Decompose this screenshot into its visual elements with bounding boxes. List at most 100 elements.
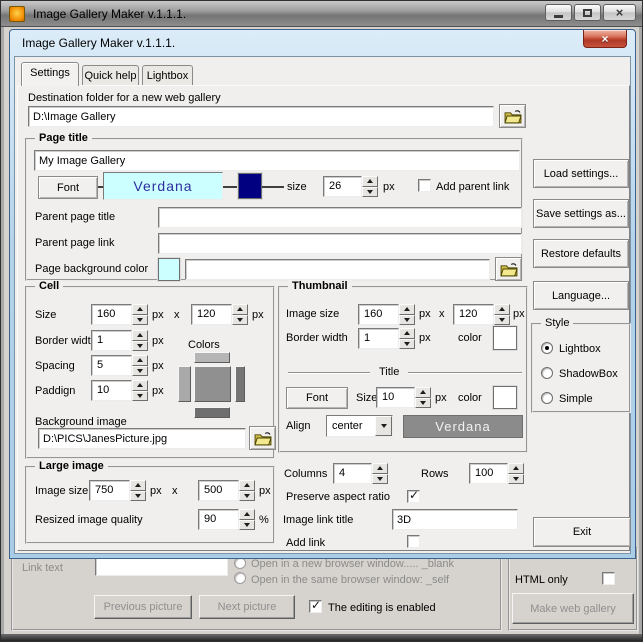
large-height-spinner[interactable]: 500: [198, 480, 255, 501]
cell-color-left-button[interactable]: [178, 366, 191, 402]
spinner-value[interactable]: 160: [358, 304, 399, 325]
destination-browse-button[interactable]: [499, 104, 526, 128]
spinner-value[interactable]: 500: [198, 480, 239, 501]
page-title-input[interactable]: [34, 150, 520, 171]
cell-width-spinner[interactable]: 160: [91, 304, 148, 325]
restore-defaults-button[interactable]: Restore defaults: [533, 239, 629, 268]
preserve-aspect-checkbox[interactable]: ✓: [407, 488, 420, 503]
page-font-size-spinner[interactable]: 26: [323, 176, 378, 197]
page-font-button[interactable]: Font: [38, 176, 98, 199]
columns-spinner[interactable]: 4: [333, 463, 388, 484]
tab-settings[interactable]: Settings: [21, 62, 79, 86]
spinner-value[interactable]: 10: [91, 380, 132, 401]
page-background-browse-button[interactable]: [495, 257, 522, 281]
spinner-up-button[interactable]: [132, 355, 148, 366]
spinner-value[interactable]: 90: [198, 509, 239, 530]
cell-height-spinner[interactable]: 120: [191, 304, 248, 325]
add-link-checkbox[interactable]: [407, 535, 420, 548]
radio-open-self[interactable]: [234, 572, 246, 584]
spinner-down-button[interactable]: [508, 473, 524, 484]
parent-page-title-input[interactable]: [158, 207, 522, 228]
cell-color-bottom-button[interactable]: [194, 407, 230, 418]
destination-folder-input[interactable]: [28, 106, 494, 127]
radio-style-shadowbox[interactable]: [541, 367, 553, 379]
thumb-font-size-spinner[interactable]: 10: [376, 387, 431, 408]
radio-style-simple[interactable]: [541, 392, 553, 404]
editing-enabled-checkbox[interactable]: ✓: [309, 598, 322, 613]
spinner-up-button[interactable]: [415, 387, 431, 398]
spinner-down-button[interactable]: [132, 365, 148, 376]
page-font-color-swatch[interactable]: [238, 173, 262, 199]
parent-page-link-input[interactable]: [158, 233, 522, 254]
page-background-color-swatch[interactable]: [158, 258, 180, 281]
image-link-title-input[interactable]: [392, 509, 518, 530]
spinner-up-button[interactable]: [232, 304, 248, 315]
cell-background-image-input[interactable]: [38, 428, 246, 449]
large-width-spinner[interactable]: 750: [89, 480, 146, 501]
previous-picture-button[interactable]: Previous picture: [94, 595, 192, 619]
add-parent-link-checkbox[interactable]: [418, 179, 431, 192]
spinner-up-button[interactable]: [508, 463, 524, 474]
load-settings-button[interactable]: Load settings...: [533, 159, 629, 188]
link-text-input[interactable]: [95, 557, 228, 576]
spinner-up-button[interactable]: [494, 304, 510, 315]
spinner-down-button[interactable]: [362, 186, 378, 197]
spinner-up-button[interactable]: [372, 463, 388, 474]
spinner-up-button[interactable]: [132, 304, 148, 315]
spinner-value[interactable]: 120: [191, 304, 232, 325]
spinner-up-button[interactable]: [239, 480, 255, 491]
spinner-down-button[interactable]: [132, 314, 148, 325]
thumb-width-spinner[interactable]: 160: [358, 304, 415, 325]
thumb-font-button[interactable]: Font: [286, 387, 348, 409]
cell-border-spinner[interactable]: 1: [91, 330, 148, 351]
cell-background-browse-button[interactable]: [249, 426, 276, 450]
spinner-down-button[interactable]: [415, 397, 431, 408]
close-button[interactable]: ×: [603, 4, 636, 21]
cell-color-center-button[interactable]: [194, 366, 231, 402]
dropdown-arrow-button[interactable]: [375, 416, 392, 436]
next-picture-button[interactable]: Next picture: [199, 595, 295, 619]
spinner-up-button[interactable]: [362, 176, 378, 187]
tab-quick-help[interactable]: Quick help: [82, 65, 139, 86]
spinner-value[interactable]: 26: [323, 176, 362, 197]
radio-style-lightbox[interactable]: [541, 342, 553, 354]
maximize-button[interactable]: [574, 4, 601, 21]
thumb-border-color-swatch[interactable]: [493, 326, 517, 350]
spinner-down-button[interactable]: [494, 314, 510, 325]
dialog-close-button[interactable]: ×: [583, 30, 627, 48]
spinner-value[interactable]: 1: [91, 330, 132, 351]
spinner-down-button[interactable]: [239, 519, 255, 530]
language-button[interactable]: Language...: [533, 281, 629, 310]
spinner-up-button[interactable]: [399, 304, 415, 315]
spinner-down-button[interactable]: [132, 390, 148, 401]
spinner-value[interactable]: 10: [376, 387, 415, 408]
spinner-down-button[interactable]: [232, 314, 248, 325]
spinner-down-button[interactable]: [132, 340, 148, 351]
cell-color-right-button[interactable]: [235, 366, 245, 402]
spinner-down-button[interactable]: [239, 490, 255, 501]
tab-lightbox[interactable]: Lightbox: [142, 65, 193, 86]
spinner-down-button[interactable]: [372, 473, 388, 484]
spinner-value[interactable]: 750: [89, 480, 130, 501]
spinner-up-button[interactable]: [130, 480, 146, 491]
spinner-down-button[interactable]: [399, 338, 415, 349]
spinner-value[interactable]: 160: [91, 304, 132, 325]
spinner-down-button[interactable]: [130, 490, 146, 501]
spinner-value[interactable]: 100: [469, 463, 508, 484]
spinner-down-button[interactable]: [399, 314, 415, 325]
cell-color-top-button[interactable]: [194, 352, 230, 363]
save-settings-button[interactable]: Save settings as...: [533, 199, 629, 228]
thumb-border-spinner[interactable]: 1: [358, 328, 415, 349]
thumb-title-color-swatch[interactable]: [493, 386, 517, 409]
minimize-button[interactable]: [545, 4, 572, 21]
spinner-up-button[interactable]: [399, 328, 415, 339]
spinner-up-button[interactable]: [239, 509, 255, 520]
page-background-image-input[interactable]: [185, 259, 490, 280]
thumb-align-dropdown[interactable]: center: [326, 415, 393, 437]
spinner-up-button[interactable]: [132, 330, 148, 341]
cell-padding-spinner[interactable]: 10: [91, 380, 148, 401]
spinner-up-button[interactable]: [132, 380, 148, 391]
spinner-value[interactable]: 4: [333, 463, 372, 484]
rows-spinner[interactable]: 100: [469, 463, 524, 484]
thumb-height-spinner[interactable]: 120: [453, 304, 510, 325]
